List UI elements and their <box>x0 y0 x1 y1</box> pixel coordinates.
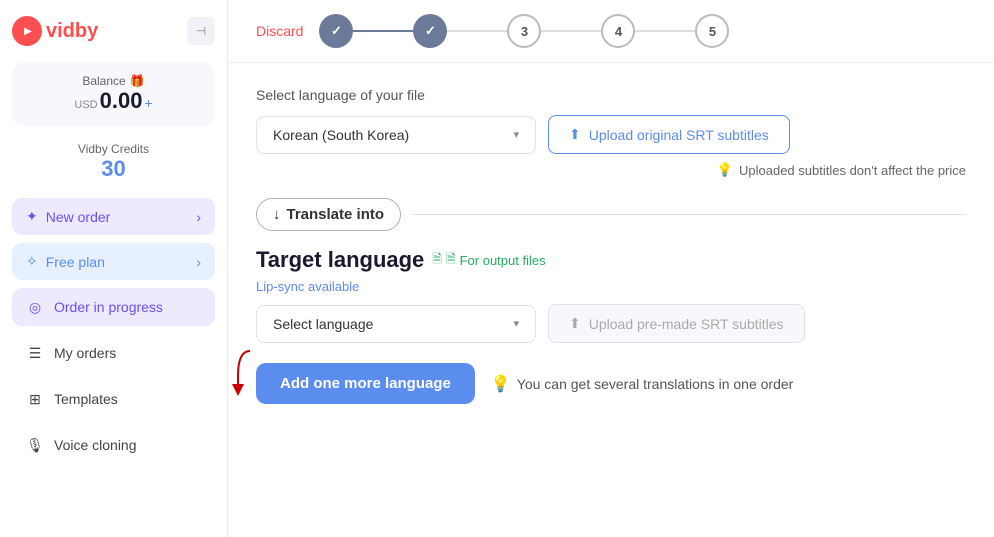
sidebar-item-order-in-progress[interactable]: ◎ Order in progress <box>12 288 215 326</box>
balance-add-button[interactable]: + <box>144 95 152 111</box>
new-order-label: New order <box>46 209 111 225</box>
translate-into-arrow-icon: ↓ <box>273 206 281 223</box>
upload-premade-label: Upload pre-made SRT subtitles <box>589 316 784 332</box>
language-select-row: Select language ▾ ⬆ Upload pre-made SRT … <box>256 304 966 343</box>
lightbulb-note-icon: 💡 <box>491 374 511 394</box>
step-3: 3 <box>507 14 541 48</box>
target-language-chevron-icon: ▾ <box>513 317 519 330</box>
main-content: Discard ✓ ✓ 3 4 5 Select language of <box>228 0 994 537</box>
arrow-indicator <box>230 346 260 396</box>
upload-srt-label: Upload original SRT subtitles <box>589 127 769 143</box>
step-5-label: 5 <box>709 24 716 39</box>
step-line-2 <box>447 30 507 32</box>
divider-line <box>413 214 966 215</box>
logo: vidby <box>12 16 98 46</box>
translate-into-label: Translate into <box>287 206 385 223</box>
templates-icon: ⊞ <box>26 390 44 408</box>
step-line-3 <box>541 30 601 32</box>
file-icon-2: 🗎 <box>446 250 456 271</box>
target-language-title: Target language <box>256 247 424 273</box>
several-translations-note: 💡 You can get several translations in on… <box>491 374 793 394</box>
free-plan-icon: ✧ <box>26 253 38 270</box>
free-plan-chevron-icon: › <box>196 254 201 270</box>
new-order-button[interactable]: ✦ New order › <box>12 198 215 235</box>
progress-steps: ✓ ✓ 3 4 5 <box>319 14 966 48</box>
credits-section: Vidby Credits 30 <box>12 138 215 190</box>
lightbulb-icon: 💡 <box>717 162 733 178</box>
new-order-icon: ✦ <box>26 208 38 225</box>
order-in-progress-label: Order in progress <box>54 299 163 315</box>
step-1-checkmark: ✓ <box>331 23 342 39</box>
file-language-chevron-icon: ▾ <box>513 128 519 141</box>
translate-into-badge: ↓ Translate into <box>256 198 401 231</box>
my-orders-label: My orders <box>54 345 116 361</box>
logo-icon <box>12 16 42 46</box>
templates-label: Templates <box>54 391 118 407</box>
order-in-progress-icon: ◎ <box>26 298 44 316</box>
credits-label: Vidby Credits <box>12 142 215 156</box>
upload-srt-icon: ⬆ <box>569 126 581 143</box>
add-language-button[interactable]: Add one more language <box>256 363 475 404</box>
file-language-select[interactable]: Korean (South Korea) ▾ <box>256 116 536 154</box>
sidebar-item-templates[interactable]: ⊞ Templates <box>12 380 215 418</box>
content-area: Select language of your file Korean (Sou… <box>228 63 994 537</box>
file-language-value: Korean (South Korea) <box>273 127 409 143</box>
discard-button[interactable]: Discard <box>256 23 303 39</box>
credits-amount: 30 <box>12 156 215 182</box>
step-3-label: 3 <box>521 24 528 39</box>
logo-text: vidby <box>46 20 98 43</box>
voice-cloning-label: Voice cloning <box>54 437 137 453</box>
file-language-section-title: Select language of your file <box>256 87 966 103</box>
balance-amount: 0.00 <box>100 88 143 114</box>
sidebar: vidby ⊣ Balance 🎁 USD 0.00 + Vidby Credi… <box>0 0 228 537</box>
step-5: 5 <box>695 14 729 48</box>
file-language-row: Korean (South Korea) ▾ ⬆ Upload original… <box>256 115 966 154</box>
free-plan-button[interactable]: ✧ Free plan › <box>12 243 215 280</box>
target-language-placeholder: Select language <box>273 316 373 332</box>
upload-srt-button[interactable]: ⬆ Upload original SRT subtitles <box>548 115 790 154</box>
add-language-row: Add one more language 💡 You can get seve… <box>256 363 966 404</box>
output-files-badge: 🗎 🗎 For output files <box>432 250 545 271</box>
target-language-select[interactable]: Select language ▾ <box>256 305 536 343</box>
step-line-1 <box>353 30 413 32</box>
voice-cloning-icon: 🎙 <box>26 436 44 454</box>
new-order-chevron-icon: › <box>196 209 201 225</box>
balance-title: Balance 🎁 <box>28 74 199 88</box>
logo-area: vidby ⊣ <box>12 16 215 46</box>
step-line-4 <box>635 30 695 32</box>
my-orders-icon: ☰ <box>26 344 44 362</box>
upload-note-text: Uploaded subtitles don't affect the pric… <box>739 163 966 178</box>
upload-premade-icon: ⬆ <box>569 315 581 332</box>
currency-label: USD <box>74 99 97 111</box>
topbar: Discard ✓ ✓ 3 4 5 <box>228 0 994 63</box>
file-icon-1: 🗎 <box>432 250 442 271</box>
upload-note: 💡 Uploaded subtitles don't affect the pr… <box>256 162 966 178</box>
step-4-label: 4 <box>615 24 622 39</box>
step-2: ✓ <box>413 14 447 48</box>
several-translations-text: You can get several translations in one … <box>517 376 794 392</box>
step-2-checkmark: ✓ <box>425 23 436 39</box>
target-language-header: Target language 🗎 🗎 For output files <box>256 247 966 273</box>
translate-into-section: ↓ Translate into <box>256 198 966 231</box>
balance-card: Balance 🎁 USD 0.00 + <box>12 62 215 126</box>
step-1: ✓ <box>319 14 353 48</box>
upload-premade-button: ⬆ Upload pre-made SRT subtitles <box>548 304 805 343</box>
free-plan-label: Free plan <box>46 254 105 270</box>
sidebar-collapse-button[interactable]: ⊣ <box>187 17 215 45</box>
step-4: 4 <box>601 14 635 48</box>
output-files-label: For output files <box>460 253 546 268</box>
sidebar-item-my-orders[interactable]: ☰ My orders <box>12 334 215 372</box>
sidebar-item-voice-cloning[interactable]: 🎙 Voice cloning <box>12 426 215 464</box>
lip-sync-tag: Lip-sync available <box>256 279 966 294</box>
